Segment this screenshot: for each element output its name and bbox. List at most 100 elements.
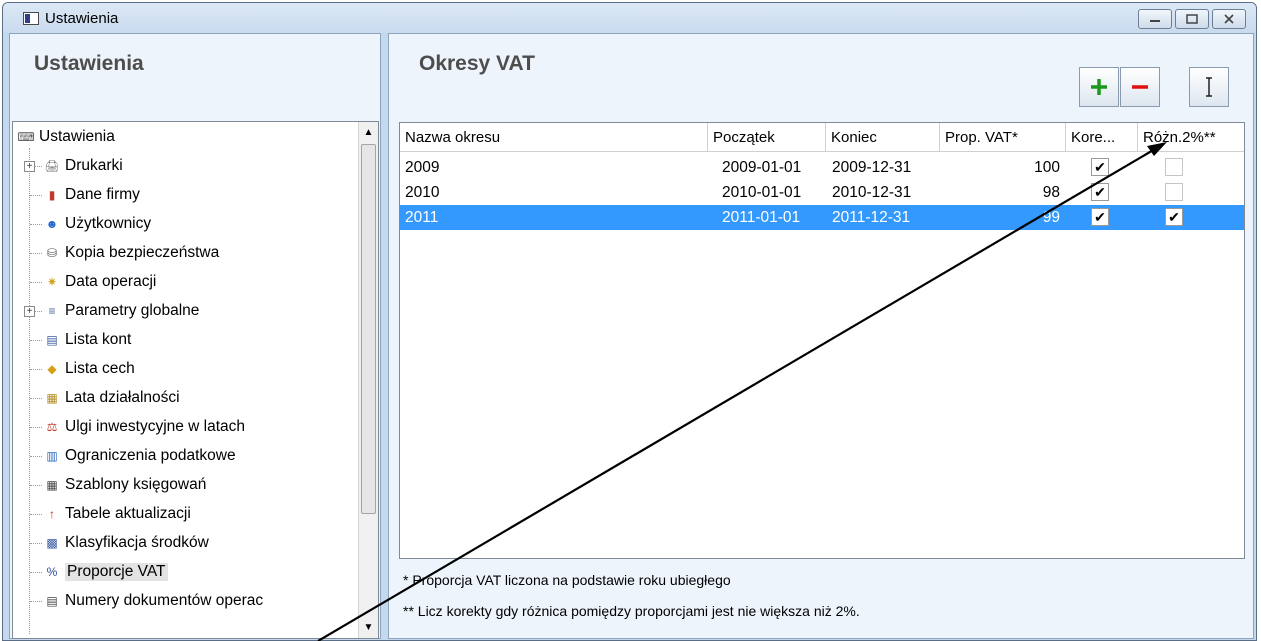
- scroll-thumb[interactable]: [361, 144, 376, 514]
- table-row[interactable]: 2009 2009-01-01 2009-12-31 100 ✔: [400, 155, 1244, 180]
- tree-item-label: Lista cech: [65, 360, 135, 377]
- plus-icon: [1091, 79, 1107, 95]
- tree-item[interactable]: ☻ Użytkownicy: [43, 211, 151, 237]
- tree-item[interactable]: ≡ Parametry globalne: [43, 298, 199, 324]
- investment-icon: ⚖: [46, 420, 58, 434]
- tree-item[interactable]: ▩ Klasyfikacja środków: [43, 530, 209, 556]
- window-controls: [1138, 9, 1246, 29]
- tree-item-label: Proporcje VAT: [65, 563, 168, 581]
- tree-branch-line: [30, 572, 42, 573]
- korekta-checkbox[interactable]: ✔: [1091, 208, 1109, 226]
- tree-item-label: Lista kont: [65, 331, 132, 348]
- cell-start: 2011-01-01: [722, 209, 801, 226]
- settings-tree[interactable]: ▲ ▼ ⌨ Ustawienia + 🖨 Drukarki ▮ Dane firmy ☻ Uży…: [12, 121, 379, 639]
- app-icon: [23, 11, 39, 25]
- korekta-checkbox[interactable]: ✔: [1091, 183, 1109, 201]
- text-cursor-button[interactable]: [1189, 67, 1229, 107]
- templates-icon: ▦: [46, 478, 58, 492]
- roznica-checkbox[interactable]: [1165, 158, 1183, 176]
- column-header-korekta[interactable]: Kore...: [1066, 123, 1138, 152]
- tree-item[interactable]: ▤ Lista kont: [43, 327, 131, 353]
- tree-branch-line: [30, 195, 42, 196]
- tree-item[interactable]: ↑ Tabele aktualizacji: [43, 501, 191, 527]
- column-header-end[interactable]: Koniec: [826, 123, 940, 152]
- maximize-button[interactable]: [1175, 9, 1209, 29]
- tree-branch-line: [30, 543, 42, 544]
- expand-icon[interactable]: +: [24, 161, 35, 172]
- tree-item-label: Data operacji: [65, 273, 157, 290]
- tree-item[interactable]: ⌨ Ustawienia: [17, 124, 115, 150]
- cell-name: 2009: [405, 159, 440, 176]
- minus-icon: [1132, 85, 1148, 89]
- nav-panel-title: Ustawienia: [34, 52, 144, 75]
- checkmark-icon: ✔: [1094, 159, 1106, 175]
- column-header-start[interactable]: Początek: [708, 123, 826, 152]
- tree-scrollbar[interactable]: ▲ ▼: [358, 122, 378, 638]
- tree-item[interactable]: ▦ Szablony księgowań: [43, 472, 206, 498]
- tree-item[interactable]: ▦ Lata działalności: [43, 385, 180, 411]
- footnote-roznica: ** Licz korekty gdy różnica pomiędzy pro…: [403, 603, 860, 619]
- expand-icon[interactable]: +: [24, 306, 35, 317]
- tree-item-label: Parametry globalne: [65, 302, 200, 319]
- korekta-checkbox[interactable]: ✔: [1091, 158, 1109, 176]
- minimize-button[interactable]: [1138, 9, 1172, 29]
- tree-branch-line: [30, 224, 42, 225]
- tree-item[interactable]: ⚖ Ulgi inwestycyjne w latach: [43, 414, 245, 440]
- column-header-name[interactable]: Nazwa okresu: [400, 123, 708, 152]
- tree-item-label: Tabele aktualizacji: [65, 505, 191, 522]
- tree-item-label: Kopia bezpieczeństwa: [65, 244, 220, 261]
- tree-item[interactable]: 🖨 Drukarki: [43, 153, 123, 179]
- tree-guide-line: [29, 148, 30, 634]
- tree-item[interactable]: % Proporcje VAT: [43, 559, 168, 585]
- tree-item[interactable]: ▤ Numery dokumentów operac: [43, 588, 263, 614]
- close-button[interactable]: [1212, 9, 1246, 29]
- tree-branch-line: [30, 514, 42, 515]
- tree-item[interactable]: ⛁ Kopia bezpieczeństwa: [43, 240, 219, 266]
- roznica-checkbox[interactable]: ✔: [1165, 208, 1183, 226]
- scroll-down-icon[interactable]: ▼: [361, 619, 376, 636]
- title-bar[interactable]: Ustawienia: [3, 3, 1256, 33]
- classification-icon: ▩: [46, 536, 58, 550]
- table-row[interactable]: 2010 2010-01-01 2010-12-31 98 ✔: [400, 180, 1244, 205]
- tree-item-label: Ograniczenia podatkowe: [65, 447, 236, 464]
- cell-name: 2010: [405, 184, 440, 201]
- tax-limits-icon: ▥: [46, 449, 58, 463]
- remove-period-button[interactable]: [1120, 67, 1160, 107]
- tree-item-label: Drukarki: [65, 157, 123, 174]
- cell-start: 2009-01-01: [722, 159, 802, 176]
- printer-icon: 🖨: [44, 159, 60, 173]
- add-period-button[interactable]: [1079, 67, 1119, 107]
- tree-branch-line: [30, 253, 42, 254]
- tree-item-label: Lata działalności: [65, 389, 180, 406]
- column-header-roznica[interactable]: Różn.2%**: [1138, 123, 1244, 152]
- tree-branch-line: [30, 456, 42, 457]
- cell-name: 2011: [405, 209, 439, 226]
- cell-end: 2009-12-31: [832, 159, 912, 176]
- tree-item[interactable]: ▮ Dane firmy: [43, 182, 140, 208]
- cell-prop-vat: 99: [1042, 209, 1060, 226]
- tree-item[interactable]: ▥ Ograniczenia podatkowe: [43, 443, 236, 469]
- scroll-up-icon[interactable]: ▲: [361, 124, 376, 141]
- table-row[interactable]: 2011 2011-01-01 2011-12-31 99 ✔ ✔: [400, 205, 1244, 230]
- document-numbers-icon: ▤: [46, 594, 58, 608]
- cell-prop-vat: 98: [1042, 184, 1060, 201]
- tag-icon: ◆: [47, 362, 57, 376]
- roznica-checkbox[interactable]: [1165, 183, 1183, 201]
- tree-branch-line: [30, 398, 42, 399]
- footnote-prop-vat: * Proporcja VAT liczona na podstawie rok…: [403, 572, 731, 588]
- users-icon: ☻: [45, 217, 59, 231]
- tree-item-label: Ustawienia: [39, 128, 115, 145]
- tree-item-label: Klasyfikacja środków: [65, 534, 209, 551]
- cell-prop-vat: 100: [1034, 159, 1060, 176]
- column-header-prop-vat[interactable]: Prop. VAT*: [940, 123, 1066, 152]
- tree-item[interactable]: ◆ Lista cech: [43, 356, 135, 382]
- cell-end: 2010-12-31: [832, 184, 912, 201]
- vat-proportion-icon: %: [46, 565, 58, 579]
- tree-item[interactable]: ✷ Data operacji: [43, 269, 156, 295]
- settings-nav-panel: Ustawienia ▲ ▼ ⌨ Ustawienia + 🖨 Drukarki ▮ Dan…: [9, 33, 381, 639]
- checkmark-icon: ✔: [1094, 184, 1106, 200]
- minimize-icon: [1150, 20, 1160, 22]
- maximize-icon: [1186, 14, 1198, 24]
- checkmark-icon: ✔: [1094, 209, 1106, 225]
- calendar-icon: ▦: [46, 391, 58, 405]
